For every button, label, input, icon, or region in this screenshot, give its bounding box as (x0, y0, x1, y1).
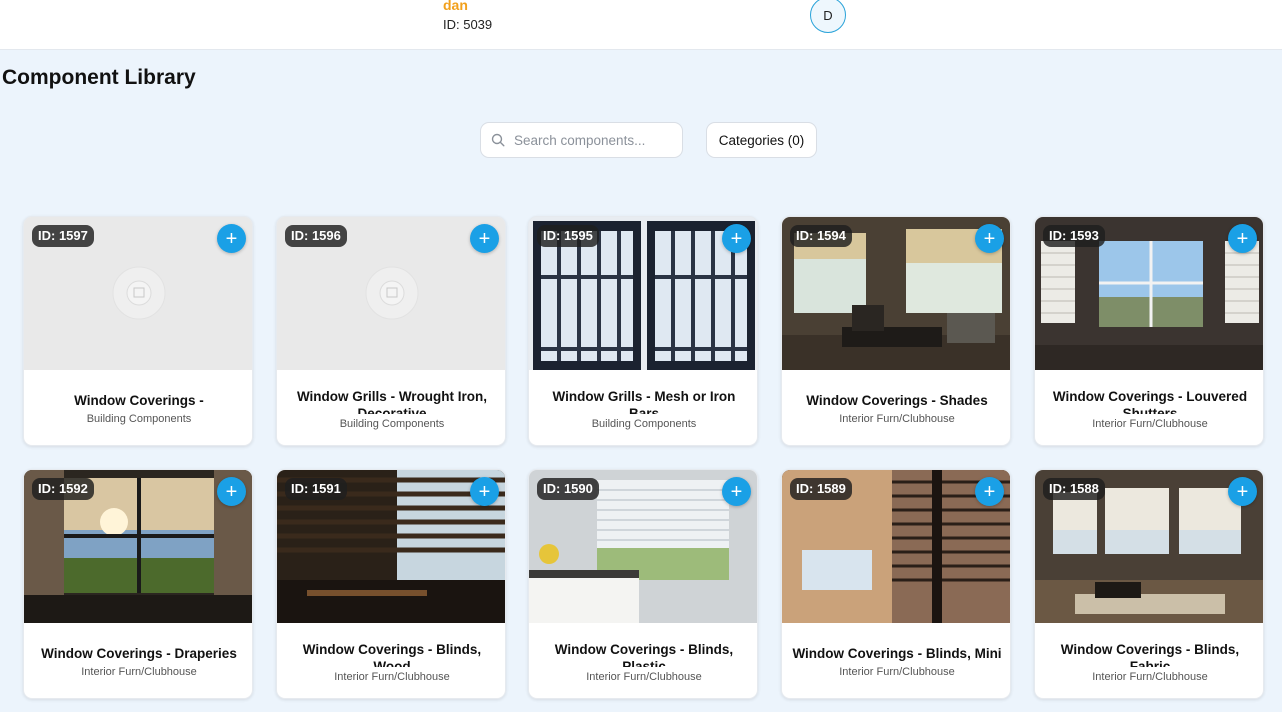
card-title: Window Grills - Mesh or Iron Bars (552, 388, 736, 414)
add-component-button[interactable]: + (470, 477, 499, 506)
id-badge: ID: 1591 (285, 478, 347, 500)
card-category: Building Components (591, 417, 697, 430)
card-category: Interior Furn/Clubhouse (839, 666, 955, 678)
component-card[interactable]: ID: 1592 + Window Coverings - Draperies … (23, 469, 253, 699)
plus-icon: + (1236, 480, 1249, 503)
id-badge: ID: 1590 (537, 478, 599, 500)
component-card[interactable]: ID: 1591 + Window Coverings - Blinds, Wo… (276, 469, 506, 699)
card-info: Window Coverings - Louvered Shutters Int… (1035, 370, 1263, 445)
card-category: Interior Furn/Clubhouse (81, 666, 197, 678)
component-card[interactable]: ID: 1588 + Window Coverings - Blinds, Fa… (1034, 469, 1264, 699)
search-input[interactable] (514, 132, 674, 148)
add-component-button[interactable]: + (217, 477, 246, 506)
card-category: Interior Furn/Clubhouse (1092, 417, 1208, 430)
card-info: Window Coverings - Blinds, Wood Interior… (277, 623, 505, 698)
add-component-button[interactable]: + (470, 224, 499, 253)
search-box[interactable] (480, 122, 683, 158)
add-component-button[interactable]: + (1228, 477, 1257, 506)
card-info: Window Coverings - Blinds, Fabric Interi… (1035, 623, 1263, 698)
avatar[interactable]: D (810, 0, 846, 33)
plus-icon: + (730, 480, 743, 503)
plus-icon: + (983, 227, 996, 250)
plus-icon: + (478, 227, 491, 250)
add-component-button[interactable]: + (975, 224, 1004, 253)
card-title: Window Coverings - Blinds, Mini (792, 646, 1002, 661)
card-category: Interior Furn/Clubhouse (839, 413, 955, 425)
add-component-button[interactable]: + (217, 224, 246, 253)
component-card[interactable]: ID: 1594 + Window Coverings - Shades Int… (781, 216, 1011, 446)
card-title: Window Coverings - Draperies (41, 646, 237, 661)
card-info: Window Coverings - Blinds, Plastic Inter… (529, 623, 757, 698)
card-info: Window Coverings - Shades Interior Furn/… (782, 370, 1010, 445)
plus-icon: + (983, 480, 996, 503)
add-component-button[interactable]: + (722, 477, 751, 506)
card-title: Window Coverings - (74, 393, 204, 408)
id-badge: ID: 1588 (1043, 478, 1105, 500)
id-badge: ID: 1594 (790, 225, 852, 247)
card-title: Window Coverings - Blinds, Wood (302, 641, 482, 667)
card-info: Window Coverings - Building Components (24, 370, 252, 445)
card-title: Window Coverings - Shades (806, 393, 988, 408)
component-card[interactable]: ID: 1595 + Window Grills - Mesh or Iron … (528, 216, 758, 446)
card-title: Window Coverings - Blinds, Fabric (1060, 641, 1240, 667)
card-category: Building Components (339, 417, 445, 430)
card-info: Window Coverings - Blinds, Mini Interior… (782, 623, 1010, 698)
card-title: Window Grills - Wrought Iron, Decorative (296, 388, 488, 414)
component-card[interactable]: ID: 1597 + Window Coverings - Building C… (23, 216, 253, 446)
card-info: Window Grills - Mesh or Iron Bars Buildi… (529, 370, 757, 445)
plus-icon: + (478, 480, 491, 503)
categories-button[interactable]: Categories (0) (706, 122, 817, 158)
card-info: Window Grills - Wrought Iron, Decorative… (277, 370, 505, 445)
component-card[interactable]: ID: 1590 + Window Coverings - Blinds, Pl… (528, 469, 758, 699)
add-component-button[interactable]: + (1228, 224, 1257, 253)
top-bar: dan ID: 5039 D (0, 0, 1282, 50)
plus-icon: + (225, 227, 238, 250)
id-badge: ID: 1595 (537, 225, 599, 247)
id-badge: ID: 1589 (790, 478, 852, 500)
add-component-button[interactable]: + (975, 477, 1004, 506)
user-name[interactable]: dan (443, 0, 468, 13)
card-category: Interior Furn/Clubhouse (586, 670, 702, 683)
add-component-button[interactable]: + (722, 224, 751, 253)
card-category: Interior Furn/Clubhouse (1092, 670, 1208, 683)
plus-icon: + (730, 227, 743, 250)
id-badge: ID: 1597 (32, 225, 94, 247)
component-card[interactable]: ID: 1596 + Window Grills - Wrought Iron,… (276, 216, 506, 446)
id-badge: ID: 1592 (32, 478, 94, 500)
plus-icon: + (225, 480, 238, 503)
user-id: ID: 5039 (443, 17, 493, 32)
component-card[interactable]: ID: 1589 + Window Coverings - Blinds, Mi… (781, 469, 1011, 699)
id-badge: ID: 1596 (285, 225, 347, 247)
card-category: Interior Furn/Clubhouse (334, 670, 450, 683)
search-icon (491, 133, 505, 147)
page-title: Component Library (2, 66, 196, 89)
card-category: Building Components (86, 413, 192, 425)
id-badge: ID: 1593 (1043, 225, 1105, 247)
card-info: Window Coverings - Draperies Interior Fu… (24, 623, 252, 698)
plus-icon: + (1236, 227, 1249, 250)
card-title: Window Coverings - Louvered Shutters (1052, 388, 1248, 414)
card-title: Window Coverings - Blinds, Plastic (554, 641, 734, 667)
component-card[interactable]: ID: 1593 + Window Coverings - Louvered S… (1034, 216, 1264, 446)
